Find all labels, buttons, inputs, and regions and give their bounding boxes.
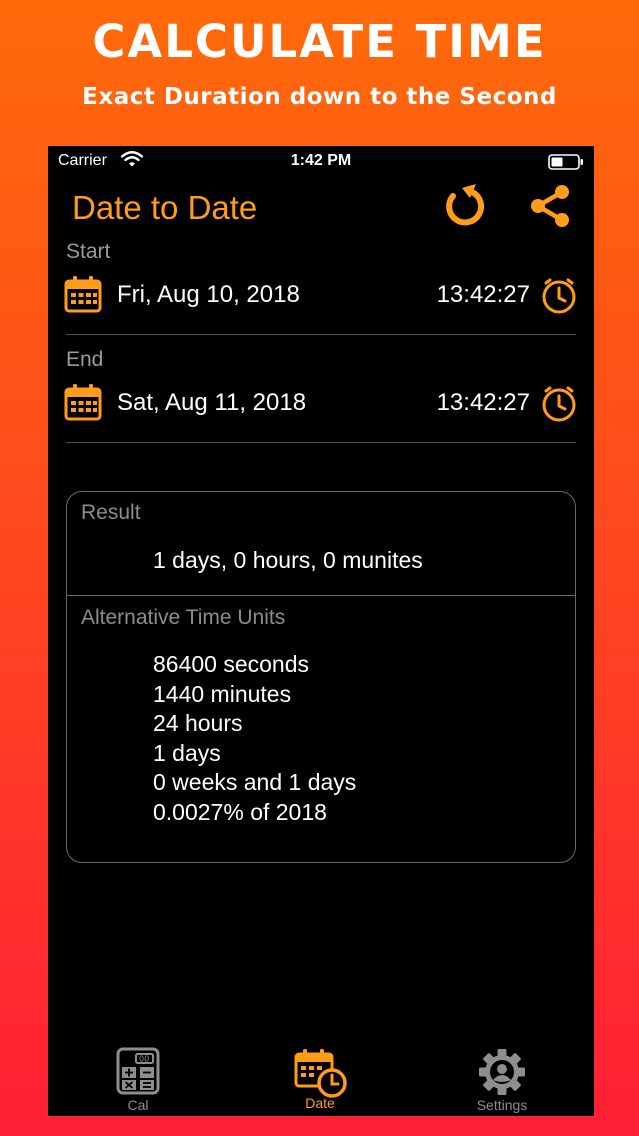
list-item: 0.0027% of 2018	[153, 798, 327, 825]
battery-icon	[548, 154, 583, 170]
list-item: 86400 seconds	[153, 651, 310, 677]
clock-icon[interactable]	[540, 385, 578, 423]
clock-icon[interactable]	[540, 277, 578, 315]
start-time-button[interactable]: 13:42:27	[437, 281, 530, 309]
tab-label: Cal	[127, 1097, 149, 1113]
start-date-button[interactable]: Fri, Aug 10, 2018	[117, 281, 300, 309]
result-panel: Result 1 days, 0 hours, 0 munites Altern…	[66, 491, 576, 863]
page-title: Date to Date	[72, 189, 258, 226]
calendar-icon[interactable]	[64, 383, 102, 421]
result-value: 1 days, 0 hours, 0 munites	[153, 547, 423, 573]
tab-settings[interactable]: Settings	[442, 1041, 562, 1116]
end-label: End	[66, 348, 104, 371]
calendar-clock-icon	[294, 1049, 347, 1098]
list-item: 1440 minutes	[153, 680, 292, 707]
tab-cal[interactable]: 00 Cal	[78, 1041, 198, 1116]
tab-label: Date	[305, 1095, 335, 1111]
divider	[66, 334, 576, 335]
svg-text:00: 00	[139, 1055, 149, 1064]
status-time: 1:42 PM	[290, 152, 352, 169]
phone-screen: Carrier 1:42 PM Date to Date Start Fri, …	[48, 146, 594, 1116]
share-button[interactable]	[526, 182, 574, 230]
alternative-units-list: 86400 seconds 1440 minutes 24 hours 1 da…	[153, 650, 356, 828]
calculator-icon: 00	[116, 1047, 160, 1095]
result-label: Result	[81, 501, 141, 524]
end-date-button[interactable]: Sat, Aug 11, 2018	[117, 389, 306, 417]
list-item: 1 days	[153, 739, 221, 766]
divider	[66, 442, 576, 443]
tab-date[interactable]: Date	[260, 1041, 380, 1116]
refresh-button[interactable]	[440, 182, 488, 230]
calendar-icon[interactable]	[64, 275, 102, 313]
gear-icon	[479, 1049, 525, 1095]
list-item: 0 weeks and 1 days	[153, 769, 357, 796]
start-row: Fri, Aug 10, 2018 13:42:27	[64, 273, 578, 317]
tab-bar: 00 Cal Date Settings	[48, 1041, 594, 1116]
end-time-button[interactable]: 13:42:27	[437, 389, 530, 417]
tab-label: Settings	[476, 1097, 528, 1113]
result-divider	[67, 595, 575, 596]
end-row: Sat, Aug 11, 2018 13:42:27	[64, 381, 578, 425]
status-bar: Carrier 1:42 PM	[48, 146, 594, 176]
list-item: 24 hours	[153, 710, 243, 737]
promo-title: CALCULATE TIME	[92, 15, 547, 68]
start-label: Start	[66, 240, 111, 263]
alternative-units-label: Alternative Time Units	[81, 606, 286, 629]
promo-subtitle: Exact Duration down to the Second	[82, 84, 557, 110]
